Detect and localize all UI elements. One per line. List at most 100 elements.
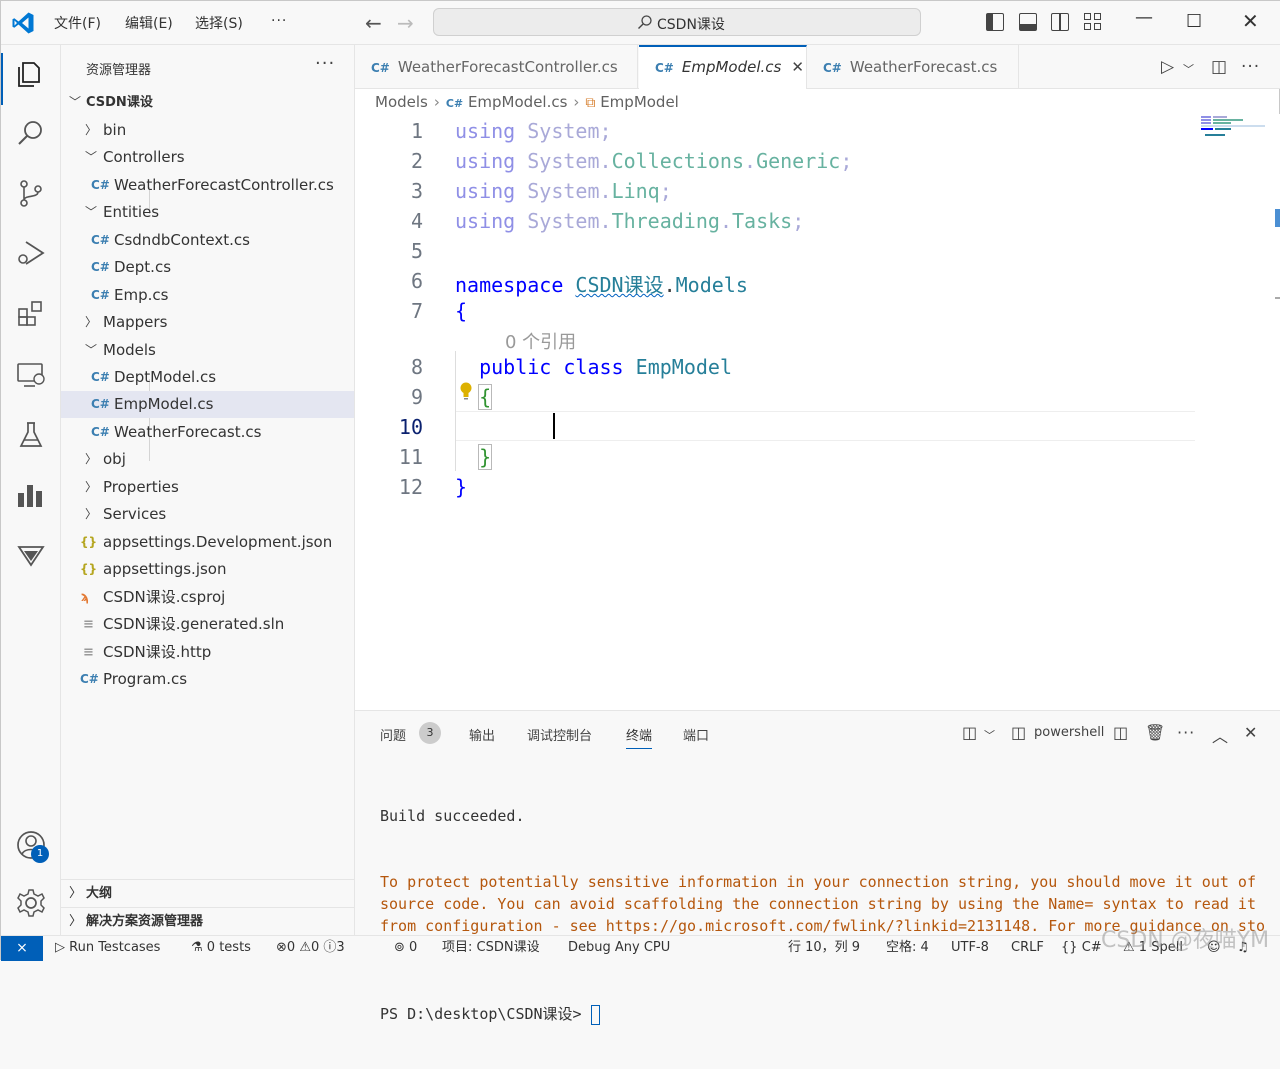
maximize-icon[interactable]: ☐ bbox=[1186, 11, 1202, 32]
extensions-icon[interactable] bbox=[15, 297, 47, 329]
breadcrumb-separator-icon: › bbox=[573, 93, 580, 111]
chevron-right-icon: 〉 bbox=[69, 886, 83, 901]
tree-folder-bin[interactable]: 〉 bin bbox=[61, 117, 354, 144]
solution-explorer-section[interactable]: 〉 解决方案资源管理器 bbox=[61, 907, 354, 935]
tab-output[interactable]: 输出 bbox=[469, 725, 495, 744]
tab-label: WeatherForecastController.cs bbox=[397, 58, 618, 76]
error-icon: ⊗ bbox=[276, 940, 287, 955]
problems-indicator[interactable]: ⊗0 ⚠0 ⓘ3 bbox=[276, 936, 345, 960]
tab-empmodel[interactable]: C# EmpModel.cs ✕ bbox=[639, 45, 807, 89]
remote-indicator-icon[interactable]: ⨯ bbox=[1, 936, 43, 961]
run-play-icon[interactable]: ▷ bbox=[1161, 57, 1174, 77]
tree-file-csproj[interactable]: ϡ CSDN课设.csproj bbox=[61, 584, 354, 611]
run-debug-icon[interactable] bbox=[15, 237, 47, 269]
run-testcases-button[interactable]: ▷ Run Testcases bbox=[55, 936, 160, 960]
minimap[interactable] bbox=[1201, 114, 1265, 154]
tree-folder-services[interactable]: 〉 Services bbox=[61, 501, 354, 528]
trash-icon[interactable]: 🗑 bbox=[1145, 723, 1165, 742]
explorer-icon[interactable] bbox=[15, 57, 47, 89]
chevron-down-icon[interactable]: ﹀ bbox=[1183, 61, 1194, 77]
tree-file-sln[interactable]: ≡ CSDN课设.generated.sln bbox=[61, 611, 354, 638]
tab-terminal[interactable]: 终端 bbox=[626, 725, 653, 749]
tree-file-appsettings[interactable]: {} appsettings.json bbox=[61, 556, 354, 583]
line-number: 11 bbox=[398, 445, 423, 469]
tree-folder-properties[interactable]: 〉 Properties bbox=[61, 474, 354, 501]
customize-layout-icon[interactable] bbox=[1084, 13, 1102, 31]
tree-folder-controllers[interactable]: ﹀ Controllers bbox=[61, 144, 354, 171]
chart-stats-icon[interactable] bbox=[15, 479, 47, 511]
tree-file-weatherforecastcontroller[interactable]: C# WeatherForecastController.cs bbox=[61, 172, 354, 199]
line-endings[interactable]: CRLF bbox=[1011, 936, 1044, 960]
close-window-icon[interactable]: ✕ bbox=[1242, 9, 1259, 33]
tree-file-weatherforecast[interactable]: C# WeatherForecast.cs bbox=[61, 419, 354, 446]
code-editor[interactable]: 1 2 3 4 5 6 7 8 9 10 11 12 using System;… bbox=[355, 114, 1280, 710]
gitlens-icon[interactable] bbox=[15, 539, 47, 571]
tree-file-deptmodel[interactable]: C# DeptModel.cs bbox=[61, 364, 354, 391]
chevron-right-icon: 〉 bbox=[85, 315, 98, 329]
split-pane-icon[interactable]: ◫ bbox=[1113, 723, 1128, 742]
command-center-search[interactable]: CSDN课设 bbox=[433, 8, 921, 36]
tree-file-http[interactable]: ≡ CSDN课设.http bbox=[61, 639, 354, 666]
maximize-panel-icon[interactable]: ︿ bbox=[1212, 723, 1228, 747]
split-terminal-icon[interactable]: ◫ bbox=[962, 723, 977, 742]
split-editor-icon[interactable]: ◫ bbox=[1211, 57, 1227, 77]
menu-selection[interactable]: 选择(S) bbox=[195, 13, 243, 33]
tab-ports[interactable]: 端口 bbox=[683, 725, 709, 744]
terminal-line-build: Build succeeded. bbox=[380, 807, 525, 825]
indentation[interactable]: 空格: 4 bbox=[886, 936, 929, 960]
csharp-file-icon: C# bbox=[445, 97, 464, 110]
close-panel-icon[interactable]: ✕ bbox=[1244, 723, 1257, 742]
testing-icon[interactable] bbox=[15, 419, 47, 451]
source-control-icon[interactable] bbox=[15, 177, 47, 209]
back-arrow-icon[interactable]: ← bbox=[365, 11, 382, 35]
tree-file-empmodel[interactable]: C# EmpModel.cs bbox=[61, 391, 354, 418]
outline-section[interactable]: 〉 大纲 bbox=[61, 879, 354, 907]
minimize-icon[interactable]: — bbox=[1135, 7, 1153, 28]
close-tab-icon[interactable]: ✕ bbox=[791, 58, 804, 76]
build-config[interactable]: Debug Any CPU bbox=[568, 936, 670, 960]
explorer-more-icon[interactable]: ··· bbox=[315, 53, 335, 74]
toggle-primary-sidebar-icon[interactable] bbox=[986, 13, 1004, 31]
terminal-output[interactable]: Build succeeded. To protect potentially … bbox=[380, 761, 1268, 1069]
tree-file-csdndbcontext[interactable]: C# CsdndbContext.cs bbox=[61, 227, 354, 254]
forward-arrow-icon[interactable]: → bbox=[397, 11, 414, 35]
tree-root-folder[interactable]: ﹀ CSDN课设 bbox=[61, 89, 354, 116]
encoding[interactable]: UTF-8 bbox=[951, 936, 989, 960]
tab-debug-console[interactable]: 调试控制台 bbox=[527, 725, 592, 744]
menu-edit[interactable]: 编辑(E) bbox=[125, 13, 173, 33]
tree-file-program[interactable]: C# Program.cs bbox=[61, 666, 354, 693]
menu-file[interactable]: 文件(F) bbox=[54, 13, 101, 33]
tree-file-dept[interactable]: C# Dept.cs bbox=[61, 254, 354, 281]
language-mode[interactable]: {} C# bbox=[1061, 936, 1102, 960]
tab-label: EmpModel.cs bbox=[681, 58, 782, 76]
breadcrumb-separator-icon: › bbox=[433, 93, 440, 111]
chevron-down-icon[interactable]: ﹀ bbox=[984, 727, 995, 743]
more-actions-icon[interactable]: ··· bbox=[1177, 723, 1195, 742]
remote-explorer-icon[interactable] bbox=[15, 359, 47, 391]
toggle-secondary-sidebar-icon[interactable] bbox=[1051, 13, 1069, 31]
tree-folder-models[interactable]: ﹀ Models bbox=[61, 337, 354, 364]
tree-folder-obj[interactable]: 〉 obj bbox=[61, 446, 354, 473]
breadcrumb-folder[interactable]: Models bbox=[375, 93, 428, 111]
ports-indicator[interactable]: ⊚ 0 bbox=[394, 936, 417, 960]
code-line-9: { bbox=[478, 384, 493, 410]
codelens-references[interactable]: 0 个引用 bbox=[505, 328, 576, 354]
tree-folder-entities[interactable]: ﹀ Entities bbox=[61, 199, 354, 226]
tab-problems[interactable]: 问题 bbox=[380, 725, 406, 744]
tab-weatherforecast[interactable]: C# WeatherForecast.cs bbox=[807, 45, 1019, 89]
toggle-panel-icon[interactable] bbox=[1019, 13, 1037, 31]
tree-file-appsettings-dev[interactable]: {} appsettings.Development.json bbox=[61, 529, 354, 556]
settings-gear-icon[interactable] bbox=[15, 887, 47, 919]
cursor-position[interactable]: 行 10，列 9 bbox=[788, 936, 860, 960]
tree-folder-mappers[interactable]: 〉 Mappers bbox=[61, 309, 354, 336]
tab-weatherforecastcontroller[interactable]: C# WeatherForecastController.cs bbox=[355, 45, 638, 89]
project-indicator[interactable]: 项目: CSDN课设 bbox=[442, 936, 540, 960]
tree-file-emp[interactable]: C# Emp.cs bbox=[61, 282, 354, 309]
breadcrumb-file[interactable]: EmpModel.cs bbox=[468, 93, 567, 111]
menu-more[interactable]: ··· bbox=[271, 13, 287, 29]
search-icon[interactable] bbox=[15, 117, 47, 149]
breadcrumb-symbol[interactable]: EmpModel bbox=[600, 93, 679, 111]
terminal-shell-label[interactable]: powershell bbox=[1034, 725, 1104, 740]
tests-count[interactable]: ⚗ 0 tests bbox=[191, 936, 251, 960]
more-actions-icon[interactable]: ··· bbox=[1241, 57, 1260, 77]
